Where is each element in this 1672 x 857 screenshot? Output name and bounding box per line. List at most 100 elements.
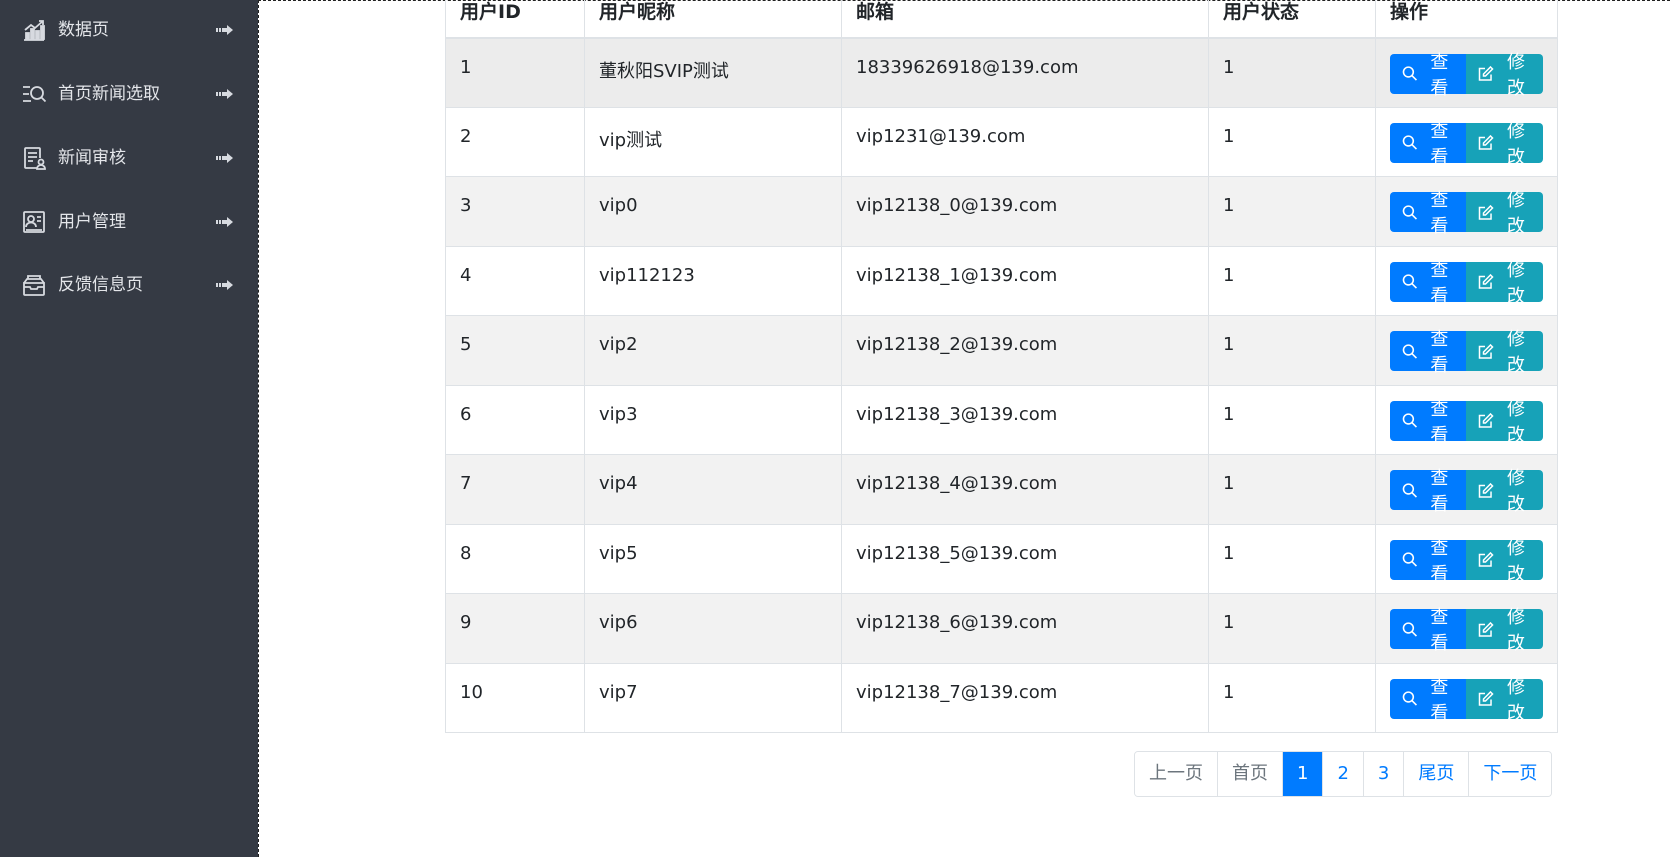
- view-button[interactable]: 查看: [1390, 260, 1466, 307]
- arrow-right-icon: [216, 87, 234, 101]
- view-button[interactable]: 查看: [1390, 468, 1466, 515]
- cell-actions: 查看 修改: [1375, 315, 1558, 386]
- cell-nickname: vip0: [584, 176, 842, 247]
- inbox-icon: [22, 273, 46, 297]
- search-icon: [1402, 343, 1417, 359]
- cell-nickname: vip3: [584, 384, 842, 455]
- cell-actions: 查看 修改: [1375, 37, 1558, 108]
- page-2-button[interactable]: 2: [1322, 752, 1363, 796]
- cell-id: 6: [445, 384, 585, 455]
- table-row: 7 vip4 vip12138_4@139.com 1 查看 修改: [445, 454, 1558, 525]
- cell-id: 10: [445, 662, 585, 733]
- next-page-button[interactable]: 下一页: [1468, 752, 1552, 796]
- action-button-group: 查看 修改: [1390, 677, 1557, 724]
- sidebar-item-user-management[interactable]: 用户管理: [0, 197, 258, 247]
- edit-button[interactable]: 修改: [1466, 677, 1543, 724]
- cell-email: vip1231@139.com: [841, 106, 1209, 177]
- search-icon: [1402, 691, 1417, 706]
- action-button-group: 查看 修改: [1390, 121, 1557, 168]
- sidebar-item-data[interactable]: 数据页: [0, 5, 258, 55]
- page-3-button[interactable]: 3: [1362, 752, 1404, 796]
- cell-actions: 查看 修改: [1375, 662, 1558, 733]
- view-button-label: 查看: [1430, 329, 1449, 376]
- search-icon: [1402, 482, 1417, 498]
- last-page-button[interactable]: 尾页: [1403, 752, 1469, 796]
- edit-button-label: 修改: [1507, 329, 1526, 376]
- cell-email: vip12138_5@139.com: [841, 523, 1209, 594]
- document-user-icon: [22, 146, 46, 170]
- action-button-group: 查看 修改: [1390, 329, 1557, 376]
- table-row: 5 vip2 vip12138_2@139.com 1 查看 修改: [445, 315, 1558, 386]
- view-button[interactable]: 查看: [1390, 538, 1466, 585]
- cell-email: vip12138_0@139.com: [841, 176, 1209, 247]
- view-button[interactable]: 查看: [1390, 607, 1466, 654]
- edit-icon: [1478, 343, 1494, 359]
- sidebar-item-label: 新闻审核: [58, 148, 126, 168]
- column-header-id: 用户ID: [445, 0, 585, 39]
- cell-email: vip12138_1@139.com: [841, 245, 1209, 316]
- edit-icon: [1478, 134, 1494, 150]
- cell-nickname: vip4: [584, 454, 842, 525]
- edit-button[interactable]: 修改: [1466, 468, 1543, 515]
- cell-status: 1: [1208, 315, 1376, 386]
- view-button[interactable]: 查看: [1390, 52, 1466, 99]
- view-button-label: 查看: [1430, 537, 1449, 585]
- sidebar-item-feedback[interactable]: 反馈信息页: [0, 260, 258, 310]
- edit-button[interactable]: 修改: [1466, 260, 1543, 307]
- action-button-group: 查看 修改: [1390, 399, 1557, 446]
- edit-button[interactable]: 修改: [1466, 190, 1543, 237]
- view-button[interactable]: 查看: [1390, 329, 1466, 376]
- edit-icon: [1478, 690, 1494, 706]
- edit-button-label: 修改: [1507, 468, 1526, 515]
- arrow-right-icon: [216, 215, 234, 229]
- cell-nickname: vip112123: [584, 245, 842, 316]
- view-button-label: 查看: [1430, 676, 1449, 724]
- edit-button-label: 修改: [1507, 676, 1526, 724]
- edit-button[interactable]: 修改: [1466, 52, 1543, 99]
- action-button-group: 查看 修改: [1390, 607, 1557, 654]
- edit-button[interactable]: 修改: [1466, 329, 1543, 376]
- cell-nickname: 董秋阳SVIP测试: [584, 37, 842, 108]
- search-icon: [1402, 204, 1417, 220]
- edit-button[interactable]: 修改: [1466, 399, 1543, 446]
- view-button[interactable]: 查看: [1390, 677, 1466, 724]
- cell-email: vip12138_7@139.com: [841, 662, 1209, 733]
- cell-actions: 查看 修改: [1375, 245, 1558, 316]
- cell-id: 8: [445, 523, 585, 594]
- view-button[interactable]: 查看: [1390, 190, 1466, 237]
- arrow-right-icon: [216, 23, 234, 37]
- sidebar-item-label: 首页新闻选取: [58, 84, 160, 104]
- action-button-group: 查看 修改: [1390, 260, 1557, 307]
- view-button-label: 查看: [1430, 398, 1449, 446]
- edit-button[interactable]: 修改: [1466, 121, 1543, 168]
- edit-button[interactable]: 修改: [1466, 538, 1543, 585]
- action-button-group: 查看 修改: [1390, 52, 1557, 99]
- sidebar-item-news-select[interactable]: 首页新闻选取: [0, 69, 258, 119]
- table-row: 1 董秋阳SVIP测试 18339626918@139.com 1 查看 修改: [445, 37, 1558, 108]
- cell-email: vip12138_4@139.com: [841, 454, 1209, 525]
- edit-button[interactable]: 修改: [1466, 607, 1543, 654]
- search-icon: [1402, 135, 1417, 150]
- cell-actions: 查看 修改: [1375, 454, 1558, 525]
- view-button[interactable]: 查看: [1390, 121, 1466, 168]
- cell-nickname: vip2: [584, 315, 842, 386]
- cell-status: 1: [1208, 245, 1376, 316]
- cell-nickname: vip5: [584, 523, 842, 594]
- search-icon: [1402, 413, 1417, 428]
- cell-nickname: vip6: [584, 593, 842, 664]
- page-1-button[interactable]: 1: [1282, 752, 1323, 796]
- edit-button-label: 修改: [1507, 607, 1526, 654]
- sidebar-item-news-review[interactable]: 新闻审核: [0, 133, 258, 183]
- edit-button-label: 修改: [1507, 537, 1526, 585]
- cell-actions: 查看 修改: [1375, 384, 1558, 455]
- table-row: 8 vip5 vip12138_5@139.com 1 查看 修改: [445, 523, 1558, 594]
- cell-email: vip12138_2@139.com: [841, 315, 1209, 386]
- table-row: 9 vip6 vip12138_6@139.com 1 查看 修改: [445, 593, 1558, 664]
- prev-page-button[interactable]: 上一页: [1135, 752, 1217, 796]
- first-page-button[interactable]: 首页: [1217, 752, 1282, 796]
- view-button-label: 查看: [1430, 51, 1449, 99]
- view-button[interactable]: 查看: [1390, 399, 1466, 446]
- table-header-row: 用户ID 用户昵称 邮箱 用户状态 操作: [445, 0, 1558, 39]
- cell-status: 1: [1208, 593, 1376, 664]
- sidebar-item-label: 数据页: [58, 20, 109, 40]
